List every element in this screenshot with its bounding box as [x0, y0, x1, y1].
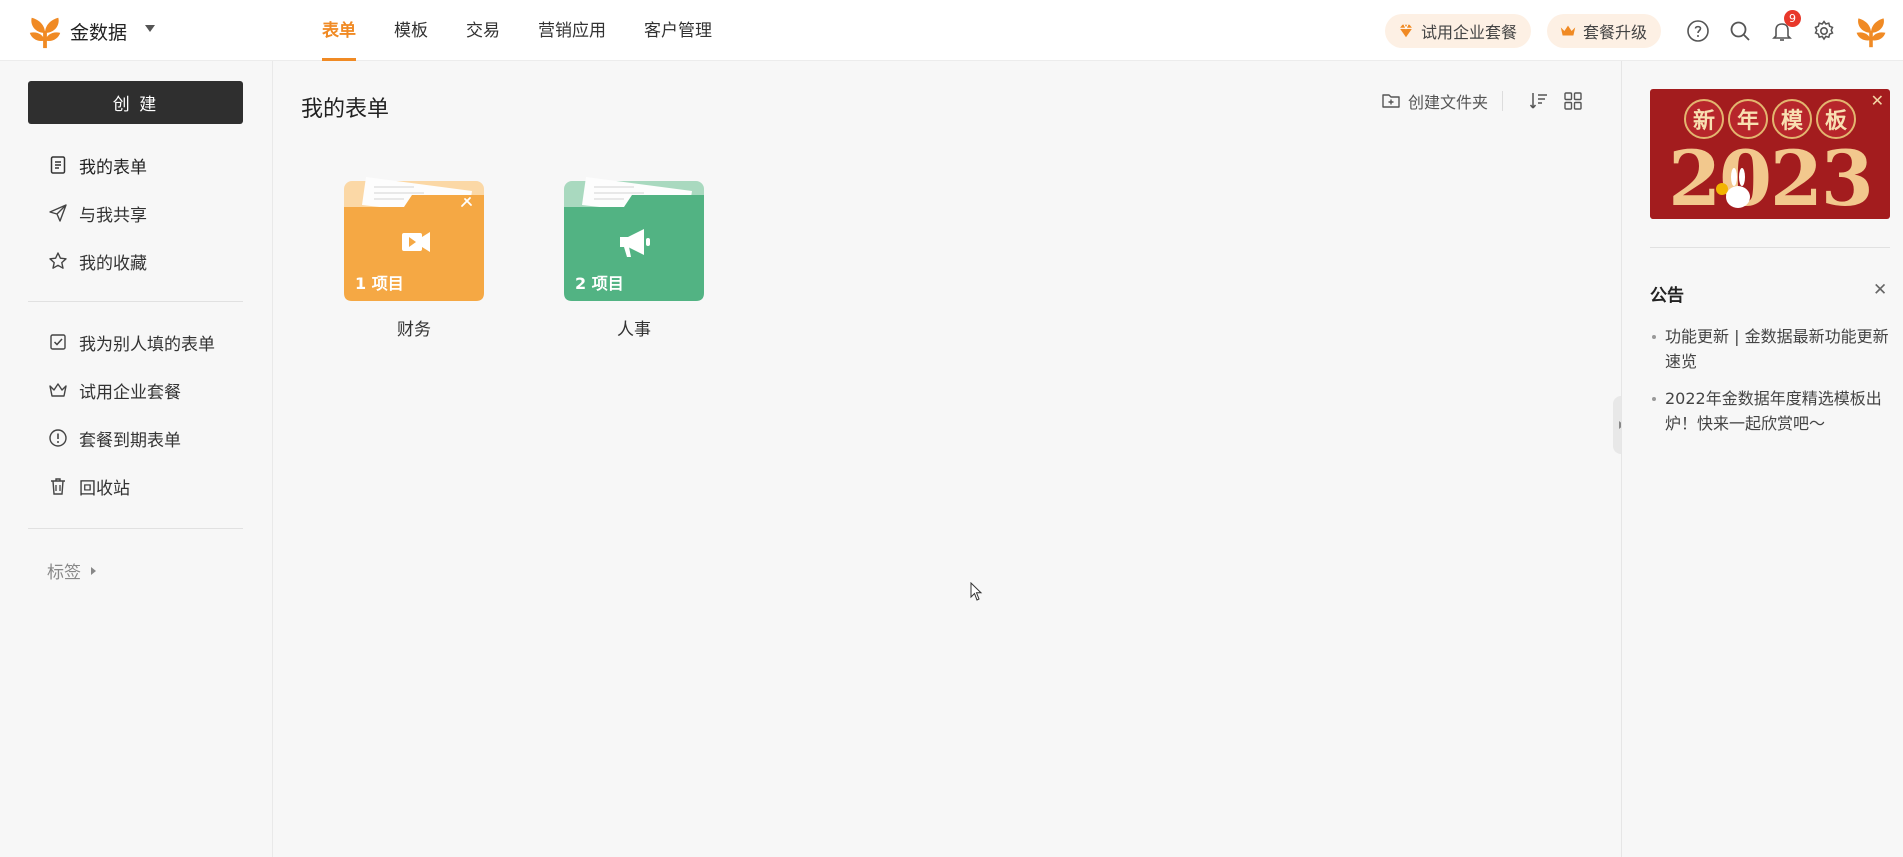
checkbox-icon — [50, 334, 66, 350]
grid-view-icon[interactable] — [1561, 89, 1585, 113]
sidebar-item-my-forms[interactable]: 我的表单 — [28, 141, 243, 189]
chevron-right-icon — [91, 566, 96, 575]
folder-add-icon — [1382, 94, 1400, 108]
sidebar-item-expired-forms[interactable]: 套餐到期表单 — [28, 414, 243, 462]
upgrade-plan-button[interactable]: 套餐升级 — [1546, 13, 1661, 48]
right-panel: 新 年 模 板 2023 ✕ 公告 ✕ 功能更新 | 金数据最新功能更新速览 2… — [1621, 61, 1903, 857]
create-folder-label: 创建文件夹 — [1407, 93, 1488, 112]
sidebar-item-label: 套餐到期表单 — [79, 430, 181, 451]
banner-char: 年 — [1728, 99, 1768, 139]
sidebar-divider — [28, 301, 243, 302]
sidebar-item-shared-with-me[interactable]: 与我共享 — [28, 189, 243, 237]
brand-logo[interactable]: 金数据 — [26, 12, 156, 50]
new-year-template-banner[interactable]: 新 年 模 板 2023 ✕ — [1650, 89, 1890, 219]
send-icon — [49, 204, 67, 222]
brand-name: 金数据 — [70, 21, 128, 44]
folder-card[interactable]: 1 项目 财务 — [344, 177, 484, 340]
sidebar-item-label: 试用企业套餐 — [79, 382, 181, 403]
banner-year: 2023 — [1668, 134, 1874, 219]
star-icon — [49, 252, 67, 269]
create-button[interactable]: 创 建 — [28, 81, 243, 124]
left-sidebar: 创 建 我的表单 与我共享 我的收藏 我为别人填的表单 试用企业套餐 套餐到期表… — [0, 61, 273, 857]
rabbit-icon — [1716, 168, 1750, 208]
tab-customers[interactable]: 客户管理 — [644, 0, 712, 61]
sidebar-item-favorites[interactable]: 我的收藏 — [28, 237, 243, 285]
sidebar-item-label: 与我共享 — [79, 205, 147, 226]
notification-badge: 9 — [1784, 9, 1801, 27]
sidebar-item-label: 我的收藏 — [79, 253, 147, 274]
main-toolbar: 创建文件夹 — [1381, 89, 1585, 113]
diamond-icon — [1399, 23, 1413, 37]
sidebar-item-label: 我为别人填的表单 — [79, 334, 215, 355]
sidebar-item-filled-for-others[interactable]: 我为别人填的表单 — [28, 318, 243, 366]
sidebar-item-trash[interactable]: 回收站 — [28, 462, 243, 510]
crown-icon — [1560, 25, 1576, 35]
banner-char: 新 — [1684, 99, 1724, 139]
avatar[interactable] — [1853, 13, 1889, 49]
banner-char: 模 — [1772, 99, 1812, 139]
main-nav: 表单 模板 交易 营销应用 客户管理 — [322, 0, 750, 61]
folder-name: 财务 — [397, 320, 431, 340]
tab-forms[interactable]: 表单 — [322, 0, 356, 61]
trial-enterprise-label: 试用企业套餐 — [1420, 22, 1517, 42]
sidebar-divider — [28, 528, 243, 529]
tags-label: 标签 — [47, 563, 81, 583]
create-folder-button[interactable]: 创建文件夹 — [1381, 89, 1488, 113]
top-bar: 金数据 表单 模板 交易 营销应用 客户管理 试用企业套餐 套餐升级 9 — [0, 0, 1903, 61]
sidebar-item-label: 回收站 — [79, 478, 130, 499]
upgrade-plan-label: 套餐升级 — [1582, 22, 1647, 42]
tab-transactions[interactable]: 交易 — [466, 0, 500, 61]
notice-item[interactable]: 2022年金数据年度精选模板出炉！快来一起欣赏吧～ — [1650, 386, 1894, 436]
sort-icon[interactable] — [1527, 89, 1551, 113]
sidebar-tags[interactable]: 标签 — [47, 558, 96, 583]
trial-enterprise-button[interactable]: 试用企业套餐 — [1384, 13, 1531, 48]
top-right-actions: 试用企业套餐 套餐升级 9 — [1384, 0, 1903, 61]
folder-card[interactable]: 2 项目 人事 — [564, 177, 704, 340]
tab-templates[interactable]: 模板 — [394, 0, 428, 61]
notice-item[interactable]: 功能更新 | 金数据最新功能更新速览 — [1650, 324, 1894, 374]
sidebar-item-label: 我的表单 — [79, 157, 147, 178]
chevron-down-icon[interactable] — [145, 24, 156, 32]
sidebar-menu-secondary: 我为别人填的表单 试用企业套餐 套餐到期表单 回收站 — [28, 318, 243, 510]
crown-icon — [49, 383, 67, 397]
folder-item-count: 2 项目 — [575, 274, 624, 293]
sidebar-item-trial-enterprise[interactable]: 试用企业套餐 — [28, 366, 243, 414]
notice-title: 公告 — [1650, 286, 1684, 306]
folder-graphic: 1 项目 — [344, 177, 484, 301]
sidebar-menu-primary: 我的表单 与我共享 我的收藏 — [28, 141, 243, 285]
main-content: 我的表单 创建文件夹 1 项目 财务 2 项目 人事 — [273, 61, 1621, 857]
folder-item-count: 1 项目 — [355, 274, 404, 293]
tab-marketing[interactable]: 营销应用 — [538, 0, 606, 61]
notice-list: 功能更新 | 金数据最新功能更新速览 2022年金数据年度精选模板出炉！快来一起… — [1650, 324, 1894, 448]
document-icon — [50, 156, 66, 174]
trash-icon — [51, 478, 65, 495]
search-icon[interactable] — [1727, 18, 1753, 44]
right-panel-divider — [1650, 247, 1890, 248]
bell-icon[interactable]: 9 — [1769, 9, 1801, 44]
banner-heading: 新 年 模 板 — [1650, 99, 1890, 139]
alert-icon — [49, 429, 67, 447]
tree-logo-icon — [29, 17, 61, 49]
page-title: 我的表单 — [301, 97, 390, 122]
banner-close-icon[interactable]: ✕ — [1871, 91, 1884, 110]
banner-char: 板 — [1816, 99, 1856, 139]
help-icon[interactable] — [1685, 18, 1711, 44]
folder-name: 人事 — [617, 320, 651, 340]
toolbar-divider — [1502, 91, 1503, 111]
gear-icon[interactable] — [1811, 18, 1837, 44]
notice-close-icon[interactable]: ✕ — [1873, 280, 1887, 300]
folder-graphic: 2 项目 — [564, 177, 704, 301]
mouse-cursor-icon — [970, 582, 983, 601]
